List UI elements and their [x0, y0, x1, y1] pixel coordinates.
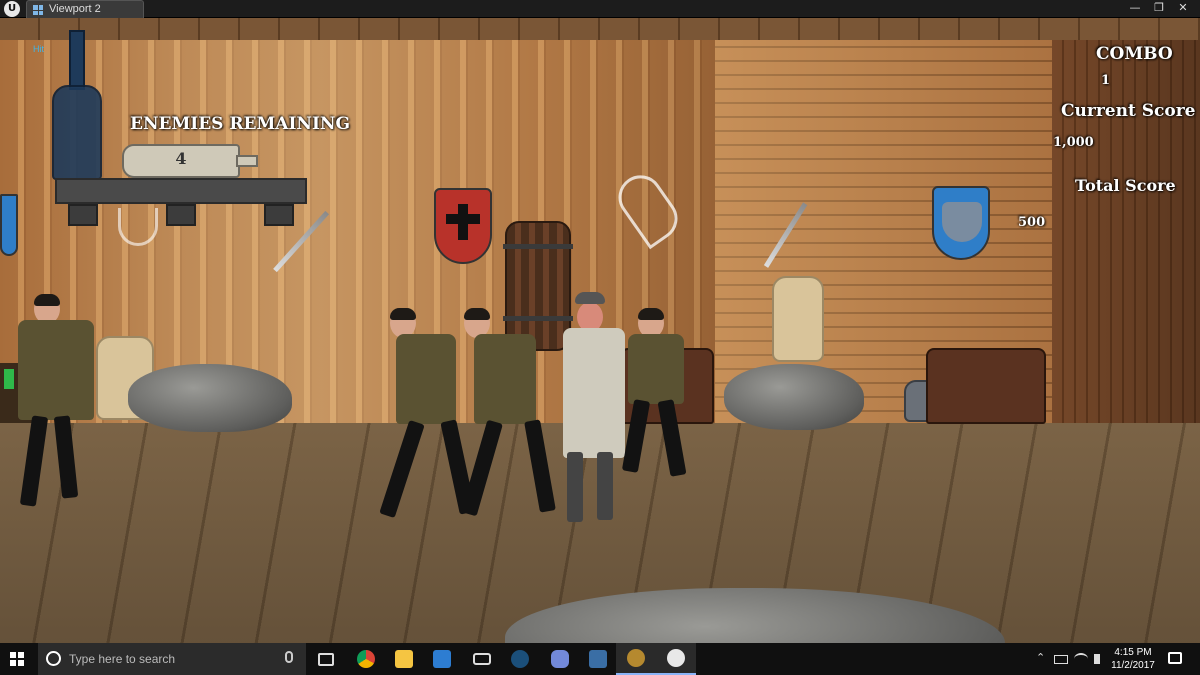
rock	[724, 364, 864, 430]
store-icon[interactable]	[422, 643, 462, 675]
maximize-button[interactable]: ❐	[1150, 1, 1168, 16]
barrel-hoop	[503, 244, 573, 249]
viewport-icon	[33, 5, 43, 15]
wifi-icon[interactable]	[1074, 653, 1088, 665]
ceiling	[0, 18, 1200, 40]
vase	[772, 276, 824, 362]
barrel-hoop	[503, 316, 573, 321]
windows-start-icon[interactable]	[10, 652, 24, 666]
window-titlebar: U Viewport 2 — ❐ ✕	[0, 0, 1200, 18]
taskbar-search-box[interactable]: Type here to search	[38, 643, 306, 675]
total-score-label: Total Score	[1075, 176, 1176, 195]
unreal-engine-logo-icon: U	[4, 1, 20, 17]
hit-indicator: Hit	[33, 44, 44, 54]
clock-time: 4:15 PM	[1114, 647, 1152, 658]
combo-value: 1	[1101, 73, 1111, 88]
current-score-value: 1,000	[1053, 135, 1094, 150]
microphone-icon[interactable]	[285, 651, 293, 663]
treasure-chest	[926, 348, 1046, 424]
taskbar-clock[interactable]: 4:15 PM 11/2/2017	[1108, 646, 1158, 672]
task-view-icon[interactable]	[306, 643, 346, 675]
enemies-remaining-count: 4	[175, 149, 187, 168]
chrome-icon[interactable]	[346, 643, 386, 675]
volume-icon[interactable]	[1094, 654, 1100, 664]
cortana-icon	[46, 651, 61, 666]
windows-taskbar: Type here to search ⌃ 4:15 PM 11/2/2017	[0, 643, 1200, 675]
shelf-leg	[68, 204, 98, 226]
shelf	[55, 178, 307, 204]
search-placeholder: Type here to search	[69, 652, 176, 666]
enemies-remaining-label: ENEMIES REMAINING	[130, 114, 350, 134]
minimize-button[interactable]: —	[1126, 1, 1144, 16]
shelf-leg	[166, 204, 196, 226]
tall-bottle	[52, 30, 102, 180]
battery-icon[interactable]	[1054, 655, 1068, 664]
file-explorer-icon[interactable]	[384, 643, 424, 675]
visual-studio-icon[interactable]	[578, 643, 618, 675]
tray-overflow-icon[interactable]: ⌃	[1036, 651, 1045, 664]
blue-shield-partial	[0, 194, 18, 256]
combo-label: COMBO	[1096, 44, 1173, 64]
clock-date: 11/2/2017	[1111, 660, 1155, 671]
rock	[128, 364, 292, 432]
discord-icon[interactable]	[540, 643, 580, 675]
red-shield	[434, 188, 492, 264]
world-of-warcraft-icon[interactable]	[616, 643, 656, 675]
floating-points: 500	[1018, 215, 1046, 230]
current-score-label: Current Score	[1061, 101, 1196, 121]
action-center-icon[interactable]	[1168, 652, 1182, 664]
close-button[interactable]: ✕	[1174, 1, 1192, 16]
barrel	[505, 221, 571, 351]
steam-icon[interactable]	[500, 643, 540, 675]
viewport-tab[interactable]: Viewport 2	[26, 0, 144, 18]
unreal-engine-icon[interactable]	[656, 643, 696, 675]
shelf-leg	[264, 204, 294, 226]
blue-shield	[932, 186, 990, 260]
mail-icon[interactable]	[462, 643, 502, 675]
viewport-tab-label: Viewport 2	[49, 3, 101, 15]
game-viewport[interactable]: Hit 4 ENEMIES REMAINING COMBO 1 Current …	[0, 18, 1200, 643]
